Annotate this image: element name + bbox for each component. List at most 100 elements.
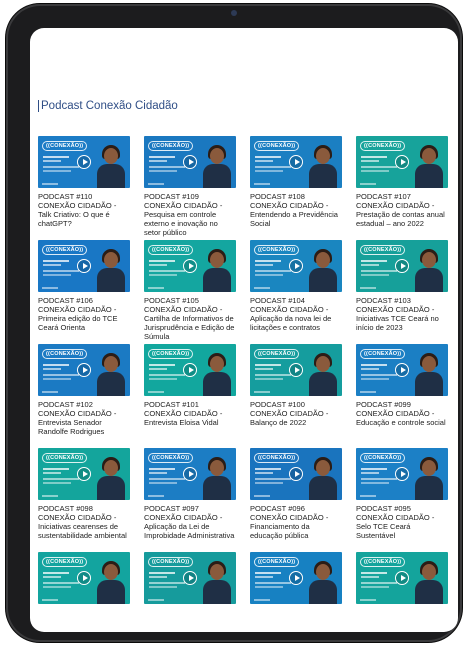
guest-photo-head — [316, 460, 330, 476]
play-icon[interactable] — [77, 259, 91, 273]
episode-card[interactable]: ((CONEXÃO)) PODCAST #099 CONEXÃO CIDADÃO … — [356, 344, 448, 448]
thumbnail-decoration — [361, 156, 387, 158]
episode-card[interactable]: ((CONEXÃO)) — [250, 552, 342, 632]
play-icon[interactable] — [77, 363, 91, 377]
episode-card[interactable]: ((CONEXÃO)) PODCAST #106 CONEXÃO CIDADÃO … — [38, 240, 130, 344]
episode-card[interactable]: ((CONEXÃO)) PODCAST #110 CONEXÃO CIDADÃO … — [38, 136, 130, 240]
episode-thumbnail[interactable]: ((CONEXÃO)) — [356, 448, 448, 500]
episode-thumbnail[interactable]: ((CONEXÃO)) — [144, 136, 236, 188]
guest-photo-body — [203, 580, 231, 604]
conexao-logo: ((CONEXÃO)) — [360, 141, 406, 151]
episode-card[interactable]: ((CONEXÃO)) PODCAST #100 CONEXÃO CIDADÃO … — [250, 344, 342, 448]
episode-caption[interactable]: PODCAST #097 CONEXÃO CIDADÃO - Aplicação… — [144, 504, 236, 540]
episode-caption[interactable]: PODCAST #103 CONEXÃO CIDADÃO - Iniciativ… — [356, 296, 448, 332]
thumbnail-decoration — [255, 270, 291, 272]
play-icon[interactable] — [289, 155, 303, 169]
episode-caption[interactable]: PODCAST #105 CONEXÃO CIDADÃO - Cartilha … — [144, 296, 236, 341]
play-icon[interactable] — [289, 259, 303, 273]
play-icon[interactable] — [395, 571, 409, 585]
play-icon[interactable] — [77, 467, 91, 481]
play-icon[interactable] — [289, 467, 303, 481]
play-icon[interactable] — [183, 467, 197, 481]
play-icon[interactable] — [395, 467, 409, 481]
episode-card[interactable]: ((CONEXÃO)) PODCAST #105 CONEXÃO CIDADÃO … — [144, 240, 236, 344]
guest-photo-body — [203, 164, 231, 188]
episode-card[interactable]: ((CONEXÃO)) PODCAST #096 CONEXÃO CIDADÃO … — [250, 448, 342, 552]
episode-card[interactable]: ((CONEXÃO)) PODCAST #095 CONEXÃO CIDADÃO … — [356, 448, 448, 552]
guest-photo — [308, 352, 338, 396]
episode-thumbnail[interactable]: ((CONEXÃO)) — [144, 240, 236, 292]
episode-caption[interactable]: PODCAST #096 CONEXÃO CIDADÃO - Financiam… — [250, 504, 342, 540]
episode-thumbnail[interactable]: ((CONEXÃO)) — [356, 136, 448, 188]
episode-thumbnail[interactable]: ((CONEXÃO)) — [250, 240, 342, 292]
thumbnail-decoration — [255, 374, 291, 376]
play-icon[interactable] — [289, 571, 303, 585]
thumbnail-decoration — [361, 170, 389, 172]
play-icon[interactable] — [183, 155, 197, 169]
guest-photo-body — [97, 164, 125, 188]
episode-thumbnail[interactable]: ((CONEXÃO)) — [38, 552, 130, 604]
episode-caption[interactable]: PODCAST #100 CONEXÃO CIDADÃO - Balanço d… — [250, 400, 342, 427]
episode-thumbnail[interactable]: ((CONEXÃO)) — [38, 136, 130, 188]
episode-caption[interactable]: PODCAST #104 CONEXÃO CIDADÃO - Aplicação… — [250, 296, 342, 332]
episode-card[interactable]: ((CONEXÃO)) PODCAST #103 CONEXÃO CIDADÃO … — [356, 240, 448, 344]
play-icon[interactable] — [395, 259, 409, 273]
episode-thumbnail[interactable]: ((CONEXÃO)) — [250, 136, 342, 188]
episode-caption[interactable]: PODCAST #110 CONEXÃO CIDADÃO - Talk Cria… — [38, 192, 130, 228]
episode-thumbnail[interactable]: ((CONEXÃO)) — [144, 448, 236, 500]
episode-caption[interactable]: PODCAST #108 CONEXÃO CIDADÃO - Entendend… — [250, 192, 342, 228]
thumbnail-decoration — [43, 170, 71, 172]
thumbnail-decoration — [43, 572, 69, 574]
episode-card[interactable]: ((CONEXÃO)) — [144, 552, 236, 632]
episode-card[interactable]: ((CONEXÃO)) — [356, 552, 448, 632]
episode-caption[interactable]: PODCAST #107 CONEXÃO CIDADÃO - Prestação… — [356, 192, 448, 228]
episode-card[interactable]: ((CONEXÃO)) PODCAST #101 CONEXÃO CIDADÃO … — [144, 344, 236, 448]
guest-photo — [202, 144, 232, 188]
thumbnail-decoration — [360, 287, 376, 289]
episode-caption[interactable]: PODCAST #095 CONEXÃO CIDADÃO - Selo TCE … — [356, 504, 448, 540]
episode-thumbnail[interactable]: ((CONEXÃO)) — [144, 344, 236, 396]
episode-card[interactable]: ((CONEXÃO)) — [38, 552, 130, 632]
thumbnail-decoration — [255, 586, 283, 588]
thumbnail-decoration — [361, 260, 387, 262]
conexao-logo: ((CONEXÃO)) — [42, 453, 88, 463]
episode-caption[interactable]: PODCAST #109 CONEXÃO CIDADÃO - Pesquisa … — [144, 192, 236, 237]
thumbnail-decoration — [255, 482, 283, 484]
episode-card[interactable]: ((CONEXÃO)) PODCAST #109 CONEXÃO CIDADÃO … — [144, 136, 236, 240]
play-icon[interactable] — [395, 155, 409, 169]
episode-card[interactable]: ((CONEXÃO)) PODCAST #107 CONEXÃO CIDADÃO … — [356, 136, 448, 240]
play-icon[interactable] — [183, 259, 197, 273]
episode-thumbnail[interactable]: ((CONEXÃO)) — [38, 344, 130, 396]
play-icon[interactable] — [77, 155, 91, 169]
episode-thumbnail[interactable]: ((CONEXÃO)) — [38, 448, 130, 500]
episode-caption[interactable]: PODCAST #102 CONEXÃO CIDADÃO - Entrevist… — [38, 400, 130, 436]
episode-thumbnail[interactable]: ((CONEXÃO)) — [356, 240, 448, 292]
episode-card[interactable]: ((CONEXÃO)) PODCAST #097 CONEXÃO CIDADÃO … — [144, 448, 236, 552]
episode-thumbnail[interactable]: ((CONEXÃO)) — [356, 344, 448, 396]
play-icon[interactable] — [77, 571, 91, 585]
episode-thumbnail[interactable]: ((CONEXÃO)) — [250, 552, 342, 604]
episode-card[interactable]: ((CONEXÃO)) PODCAST #098 CONEXÃO CIDADÃO … — [38, 448, 130, 552]
episode-thumbnail[interactable]: ((CONEXÃO)) — [250, 448, 342, 500]
thumbnail-decoration — [361, 368, 379, 370]
episode-caption[interactable]: PODCAST #101 CONEXÃO CIDADÃO - Entrevist… — [144, 400, 236, 427]
play-icon[interactable] — [289, 363, 303, 377]
episode-caption[interactable]: PODCAST #099 CONEXÃO CIDADÃO - Educação … — [356, 400, 448, 427]
episode-thumbnail[interactable]: ((CONEXÃO)) — [250, 344, 342, 396]
episode-caption[interactable]: PODCAST #106 CONEXÃO CIDADÃO - Primeira … — [38, 296, 130, 332]
episode-caption[interactable]: PODCAST #098 CONEXÃO CIDADÃO - Iniciativ… — [38, 504, 130, 540]
guest-photo — [414, 456, 444, 500]
episode-thumbnail[interactable]: ((CONEXÃO)) — [144, 552, 236, 604]
episode-card[interactable]: ((CONEXÃO)) PODCAST #108 CONEXÃO CIDADÃO … — [250, 136, 342, 240]
episode-thumbnail[interactable]: ((CONEXÃO)) — [356, 552, 448, 604]
guest-photo-head — [104, 564, 118, 580]
play-icon[interactable] — [183, 571, 197, 585]
guest-photo-body — [203, 476, 231, 500]
play-icon[interactable] — [395, 363, 409, 377]
episode-card[interactable]: ((CONEXÃO)) PODCAST #102 CONEXÃO CIDADÃO … — [38, 344, 130, 448]
episode-card[interactable]: ((CONEXÃO)) PODCAST #104 CONEXÃO CIDADÃO … — [250, 240, 342, 344]
episode-thumbnail[interactable]: ((CONEXÃO)) — [38, 240, 130, 292]
play-icon[interactable] — [183, 363, 197, 377]
page-title: Podcast Conexão Cidadão — [38, 100, 178, 112]
thumbnail-decoration — [43, 478, 79, 480]
